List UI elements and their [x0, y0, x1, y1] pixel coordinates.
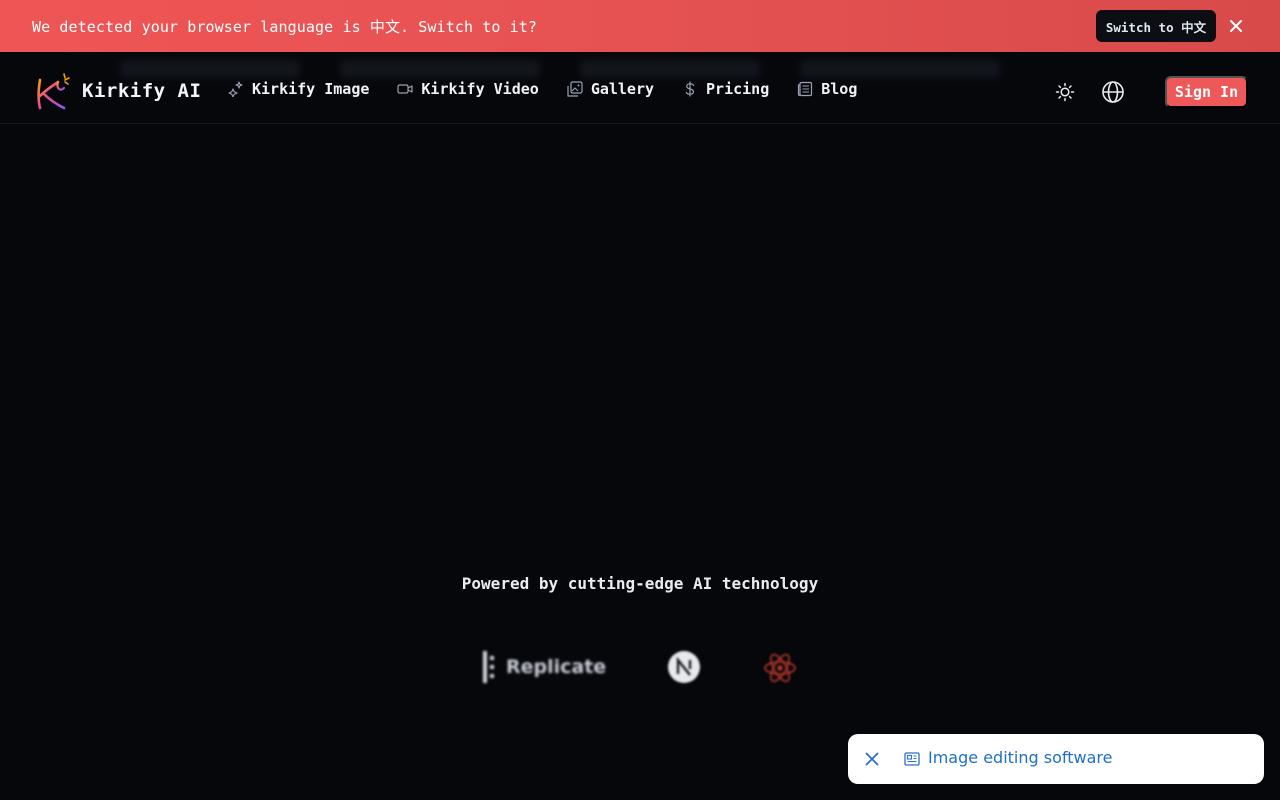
video-camera-icon	[397, 84, 414, 94]
replicate-logo: Replicate	[482, 650, 606, 684]
nav-label: Blog	[821, 80, 858, 98]
banner-message: We detected your browser language is 中文.…	[32, 17, 537, 36]
sun-icon	[1055, 82, 1075, 102]
toast-text[interactable]: Image editing software	[928, 748, 1112, 767]
nav-kirkify-video[interactable]: Kirkify Video	[397, 80, 539, 98]
globe-icon	[1102, 81, 1124, 103]
nav-label: Kirkify Image	[252, 80, 370, 98]
main-nav: Kirkify Image Kirkify Video Gallery Pric…	[228, 80, 885, 98]
sign-in-button[interactable]: Sign In	[1165, 76, 1248, 108]
powered-by-text: Powered by cutting-edge AI technology	[461, 574, 819, 593]
kirkify-logo-icon	[37, 73, 70, 110]
nav-kirkify-image[interactable]: Kirkify Image	[228, 80, 369, 98]
nav-label: Gallery	[590, 80, 655, 98]
replicate-wordmark: Replicate	[506, 656, 607, 678]
brand-link[interactable]: Kirkify AI	[34, 70, 201, 112]
nextjs-logo	[667, 650, 701, 688]
toast-close-icon[interactable]	[862, 749, 882, 769]
close-icon[interactable]	[1226, 16, 1246, 36]
language-button[interactable]	[1101, 80, 1125, 104]
nav-gallery[interactable]: Gallery	[567, 80, 654, 98]
site-header: Kirkify AI Kirkify Image Kirkify Video G…	[0, 52, 1280, 124]
nav-pricing[interactable]: Pricing	[682, 80, 769, 98]
nav-label: Kirkify Video	[421, 80, 539, 98]
toast-notification[interactable]: Image editing software	[848, 734, 1264, 784]
dollar-icon	[685, 81, 695, 97]
react-logo	[762, 650, 798, 690]
language-banner: We detected your browser language is 中文.…	[0, 0, 1280, 52]
tech-logos: Replicate	[0, 648, 1280, 688]
newspaper-icon	[798, 81, 813, 97]
sparkles-icon	[228, 81, 243, 97]
nav-label: Pricing	[706, 80, 770, 98]
theme-toggle-button[interactable]	[1054, 81, 1076, 103]
nav-blog[interactable]: Blog	[797, 80, 857, 98]
brand-name: Kirkify AI	[82, 80, 202, 102]
newspaper-icon	[904, 751, 920, 771]
switch-language-button[interactable]: Switch to 中文	[1096, 10, 1216, 42]
images-icon	[567, 81, 583, 97]
